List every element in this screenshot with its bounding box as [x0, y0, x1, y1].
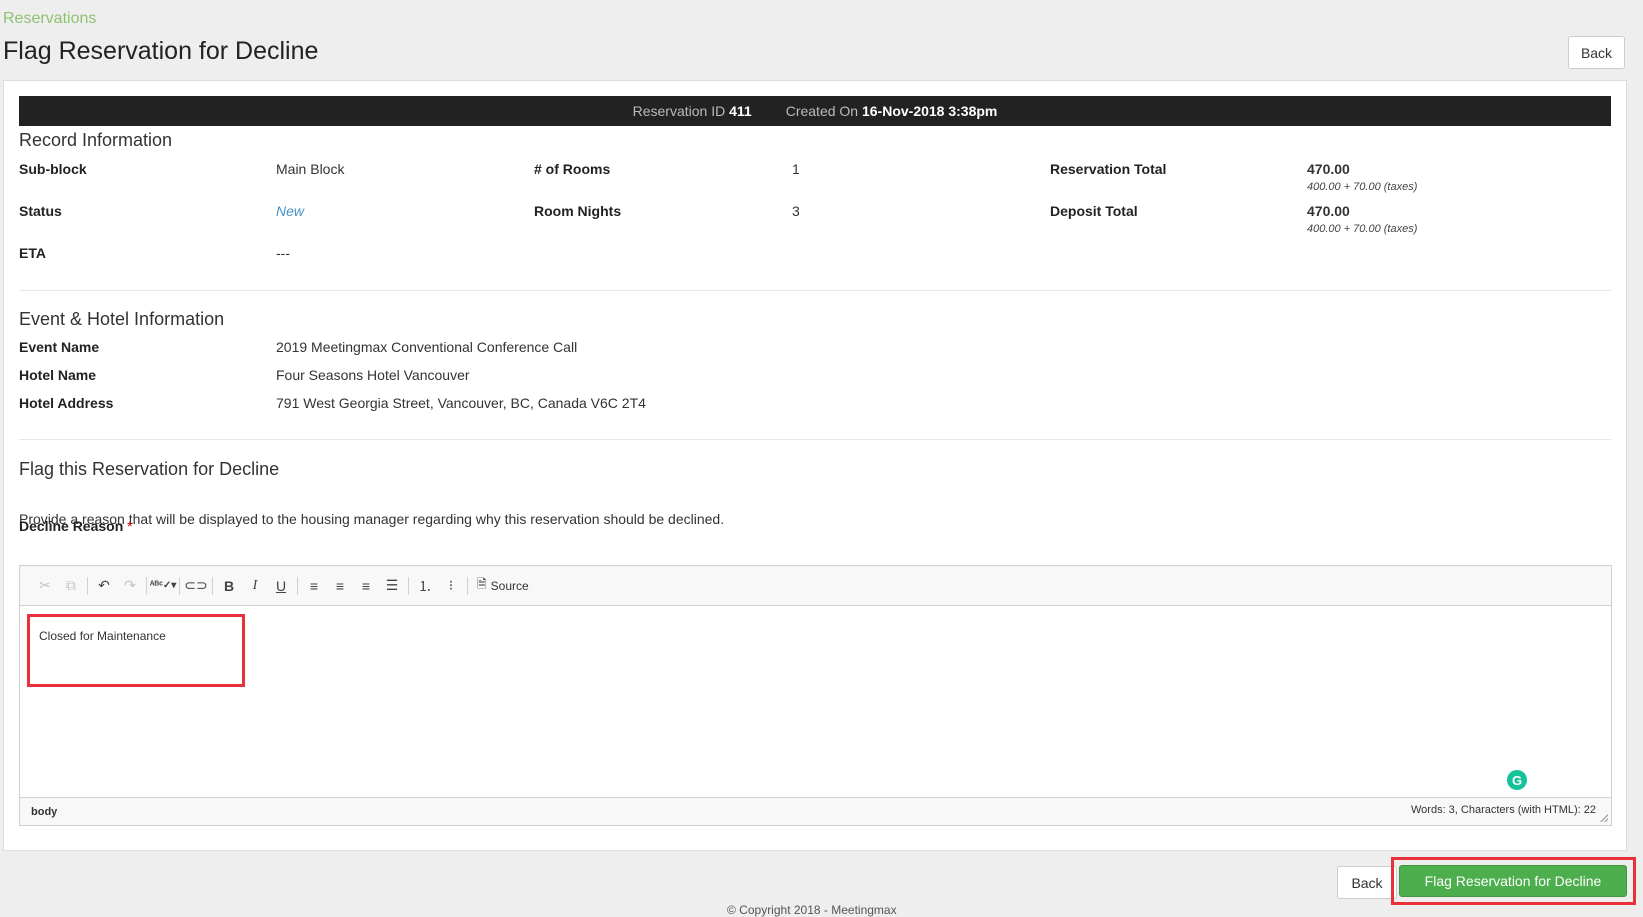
numbered-list-icon[interactable]: ⒈ — [412, 573, 438, 599]
grammarly-icon[interactable]: G — [1507, 770, 1527, 790]
toolbar-separator — [408, 576, 409, 595]
event-name-label: Event Name — [19, 339, 100, 355]
justify-icon[interactable]: ☰ — [379, 573, 405, 599]
created-on-value: 16-Nov-2018 3:38pm — [861, 103, 998, 119]
hotel-name-value: Four Seasons Hotel Vancouver — [276, 367, 470, 383]
required-marker: * — [127, 518, 133, 534]
toolbar-separator — [467, 576, 468, 595]
cut-icon[interactable]: ✂ — [32, 573, 58, 599]
reservation-total-breakdown: 400.00 + 70.00 (taxes) — [1307, 181, 1418, 193]
underline-icon[interactable]: U — [268, 573, 294, 599]
deposit-total-label: Deposit Total — [1050, 203, 1138, 219]
event-name-value: 2019 Meetingmax Conventional Conference … — [276, 339, 578, 355]
copy-icon[interactable]: ⧉ — [58, 573, 84, 599]
hotel-address-label: Hotel Address — [19, 395, 114, 411]
rooms-label: # of Rooms — [534, 161, 611, 177]
page-title: Flag Reservation for Decline — [3, 37, 319, 65]
reservation-card: Reservation ID 411 Created On 16-Nov-201… — [3, 80, 1627, 851]
flag-decline-heading: Flag this Reservation for Decline — [19, 459, 280, 479]
decline-reason-editor[interactable]: ✂ ⧉ ↶ ↷ ᴬᴮᶜ✓▾ ⊂⊃ B I U ≡ ≡ ≡ ☰ ⒈ ⁝ 🗎 Sour… — [19, 565, 1612, 826]
toolbar-separator — [179, 576, 180, 595]
reservation-summary-bar: Reservation ID 411 Created On 16-Nov-201… — [19, 96, 1611, 126]
room-nights-label: Room Nights — [534, 203, 622, 219]
divider — [19, 439, 1611, 440]
deposit-total-breakdown: 400.00 + 70.00 (taxes) — [1307, 223, 1418, 235]
hotel-name-label: Hotel Name — [19, 367, 97, 383]
highlight-annotation: Flag Reservation for Decline — [1391, 857, 1636, 905]
back-button-top[interactable]: Back — [1568, 36, 1625, 69]
source-button[interactable]: 🗎 Source — [471, 573, 535, 599]
rooms-value: 1 — [792, 161, 800, 177]
reservation-id-value: 411 — [729, 103, 752, 119]
event-hotel-heading: Event & Hotel Information — [19, 309, 225, 329]
eta-label: ETA — [19, 245, 46, 261]
subblock-label: Sub-block — [19, 161, 87, 177]
deposit-total-value: 470.00 — [1307, 203, 1350, 219]
hotel-address-value: 791 West Georgia Street, Vancouver, BC, … — [276, 395, 646, 411]
toolbar-separator — [212, 576, 213, 595]
word-count: Words: 3, Characters (with HTML): 22 — [1410, 804, 1596, 816]
toolbar-separator — [297, 576, 298, 595]
room-nights-value: 3 — [792, 203, 800, 219]
spellcheck-icon[interactable]: ᴬᴮᶜ✓▾ — [150, 573, 177, 599]
decline-reason-label: Decline Reason * — [19, 518, 133, 534]
subblock-value: Main Block — [276, 161, 345, 177]
reservation-total-label: Reservation Total — [1050, 161, 1167, 177]
status-value[interactable]: New — [276, 203, 304, 219]
toolbar-separator — [146, 576, 147, 595]
flag-reservation-button[interactable]: Flag Reservation for Decline — [1399, 865, 1627, 897]
redo-icon[interactable]: ↷ — [117, 573, 143, 599]
eta-value: --- — [276, 245, 290, 261]
align-left-icon[interactable]: ≡ — [301, 573, 327, 599]
undo-icon[interactable]: ↶ — [91, 573, 117, 599]
breadcrumb[interactable]: Reservations — [3, 10, 96, 28]
align-center-icon[interactable]: ≡ — [327, 573, 353, 599]
reservation-id-label: Reservation ID — [632, 103, 726, 119]
editor-content-area[interactable]: Closed for Maintenance G — [20, 607, 1611, 797]
editor-statusbar: body Words: 3, Characters (with HTML): 2… — [20, 797, 1611, 825]
back-button-bottom[interactable]: Back — [1337, 866, 1397, 899]
reservation-total-value: 470.00 — [1307, 161, 1350, 177]
editor-toolbar: ✂ ⧉ ↶ ↷ ᴬᴮᶜ✓▾ ⊂⊃ B I U ≡ ≡ ≡ ☰ ⒈ ⁝ 🗎 Sour… — [20, 566, 1611, 606]
align-right-icon[interactable]: ≡ — [353, 573, 379, 599]
italic-icon[interactable]: I — [242, 573, 268, 599]
divider — [19, 290, 1611, 291]
bulleted-list-icon[interactable]: ⁝ — [438, 573, 464, 599]
toolbar-separator — [87, 576, 88, 595]
status-label: Status — [19, 203, 62, 219]
record-information-heading: Record Information — [19, 130, 173, 150]
created-on-label: Created On — [785, 103, 859, 119]
highlight-annotation — [27, 614, 245, 687]
source-icon: 🗎 — [477, 577, 487, 591]
element-path[interactable]: body — [31, 806, 57, 818]
link-icon[interactable]: ⊂⊃ — [183, 573, 209, 599]
resize-handle-icon[interactable] — [1600, 814, 1608, 822]
copyright-footer: © Copyright 2018 - Meetingmax — [727, 903, 897, 917]
bold-icon[interactable]: B — [216, 573, 242, 599]
